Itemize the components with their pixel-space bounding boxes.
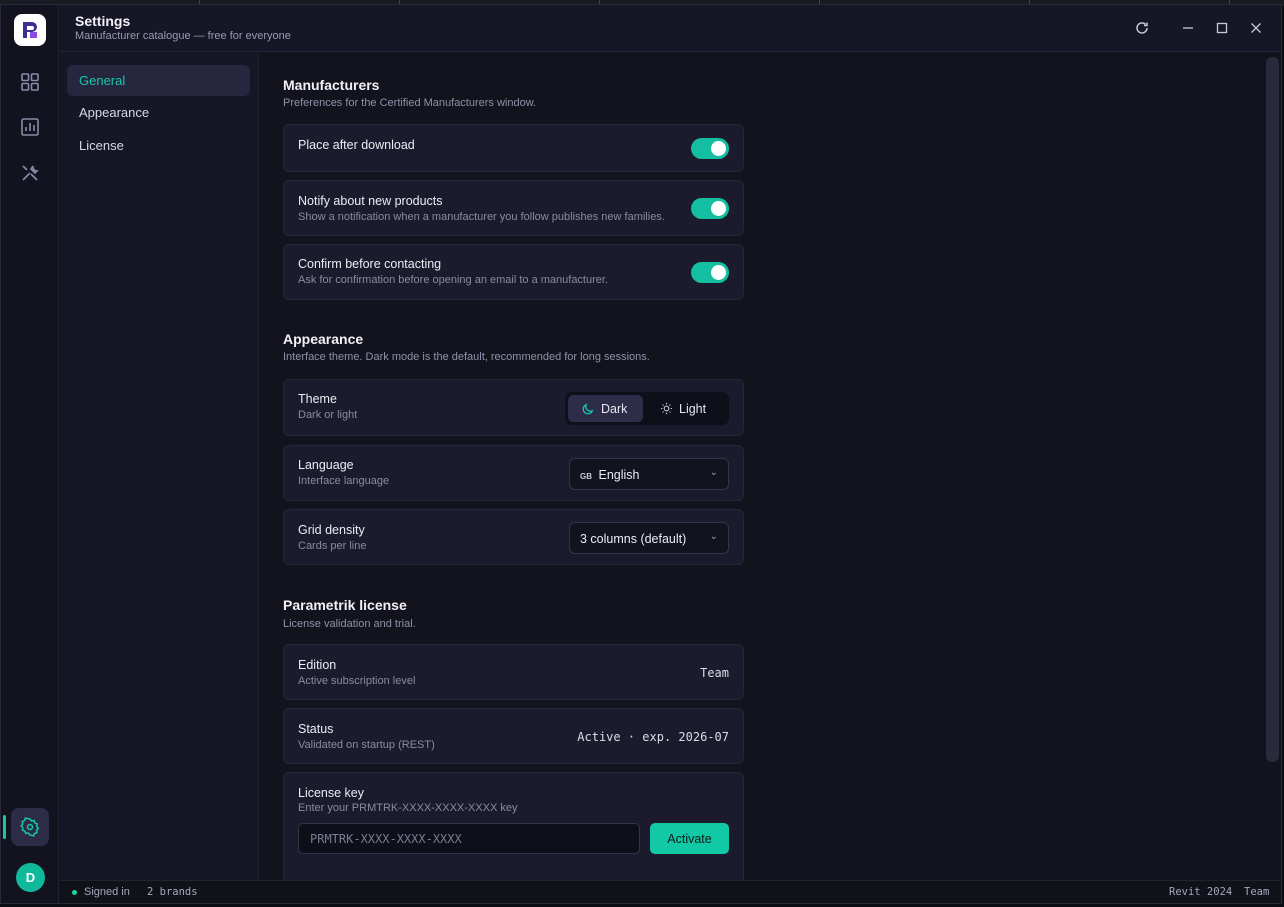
section-title-manufacturers: Manufacturers bbox=[283, 77, 380, 93]
page-title: Settings bbox=[75, 13, 131, 29]
nav-item-general[interactable]: General bbox=[67, 65, 250, 96]
theme-segmented-control: Dark Light bbox=[565, 392, 729, 425]
maximize-icon[interactable] bbox=[1213, 19, 1231, 37]
setting-label: Place after download bbox=[298, 138, 415, 152]
theme-option-label: Dark bbox=[601, 401, 628, 416]
moon-icon bbox=[582, 403, 594, 415]
setting-confirm-before-contacting: Confirm before contacting Ask for confir… bbox=[283, 244, 744, 300]
language-value: English bbox=[598, 468, 640, 482]
grid-density-select[interactable]: 3 columns (default) ⌄ bbox=[569, 522, 729, 554]
setting-label: Edition bbox=[298, 658, 337, 672]
confirm-before-contacting-toggle[interactable] bbox=[691, 262, 729, 283]
notify-new-products-toggle[interactable] bbox=[691, 198, 729, 219]
settings-nav: General Appearance License bbox=[60, 53, 259, 880]
setting-description: Ask for confirmation before opening an e… bbox=[298, 274, 609, 286]
nav-item-license[interactable]: License bbox=[67, 130, 250, 161]
avatar[interactable]: D bbox=[16, 863, 45, 892]
status-bar: Signed in 2 brands Revit 2024 Team bbox=[60, 880, 1281, 903]
section-subtitle-appearance: Interface theme. Dark mode is the defaul… bbox=[283, 351, 650, 363]
settings-content: Manufacturers Preferences for the Certif… bbox=[260, 53, 1280, 880]
place-after-download-toggle[interactable] bbox=[691, 138, 729, 159]
grid-icon[interactable] bbox=[19, 71, 41, 93]
nav-item-appearance[interactable]: Appearance bbox=[67, 97, 250, 128]
setting-theme: Theme Dark or light Dark Light bbox=[283, 379, 744, 436]
tools-icon[interactable] bbox=[19, 162, 41, 184]
section-title-appearance: Appearance bbox=[283, 331, 364, 347]
section-title-license: Parametrik license bbox=[283, 597, 407, 613]
signed-in-status: Signed in bbox=[84, 886, 130, 898]
setting-edition: Edition Active subscription level Team bbox=[283, 644, 744, 700]
minimize-icon[interactable] bbox=[1179, 19, 1197, 37]
sun-icon bbox=[660, 402, 673, 415]
theme-option-label: Light bbox=[679, 401, 707, 416]
setting-description: Active subscription level bbox=[298, 675, 416, 687]
setting-label: Theme bbox=[298, 392, 337, 406]
chevron-down-icon: ⌄ bbox=[709, 467, 718, 478]
window-header: Settings Manufacturer catalogue — free f… bbox=[60, 5, 1281, 52]
section-subtitle-license: License validation and trial. bbox=[283, 618, 416, 630]
edition-badge: Team bbox=[1244, 886, 1270, 898]
setting-label: License key bbox=[298, 786, 365, 800]
section-subtitle-manufacturers: Preferences for the Certified Manufactur… bbox=[283, 97, 537, 109]
chart-icon[interactable] bbox=[19, 116, 41, 138]
setting-description: Dark or light bbox=[298, 409, 358, 421]
setting-grid-density: Grid density Cards per line 3 columns (d… bbox=[283, 509, 744, 565]
theme-option-light[interactable]: Light bbox=[649, 395, 725, 422]
activate-button[interactable]: Activate bbox=[650, 823, 729, 854]
setting-status: Status Validated on startup (REST) Activ… bbox=[283, 708, 744, 764]
app-window: D Settings Manufacturer catalogue — free… bbox=[0, 4, 1282, 904]
signed-in-dot bbox=[72, 890, 77, 895]
page-subtitle: Manufacturer catalogue — free for everyo… bbox=[75, 30, 291, 42]
setting-place-after-download: Place after download bbox=[283, 124, 744, 172]
grid-density-value: 3 columns (default) bbox=[580, 532, 687, 546]
setting-language: Language Interface language GB English ⌄ bbox=[283, 445, 744, 501]
close-icon[interactable] bbox=[1247, 19, 1265, 37]
setting-notify-new-products: Notify about new products Show a notific… bbox=[283, 180, 744, 236]
setting-license-key: License key Enter your PRMTRK-XXXX-XXXX-… bbox=[283, 772, 744, 880]
setting-label: Status bbox=[298, 722, 334, 736]
setting-description: Cards per line bbox=[298, 540, 367, 552]
setting-description: Enter your PRMTRK-XXXX-XXXX-XXXX key bbox=[298, 802, 518, 814]
scrollbar[interactable] bbox=[1266, 57, 1279, 762]
chevron-down-icon: ⌄ bbox=[709, 531, 718, 542]
edition-value: Team bbox=[700, 666, 729, 680]
setting-label: Grid density bbox=[298, 523, 365, 537]
active-indicator bbox=[3, 815, 6, 839]
logo-icon[interactable] bbox=[14, 14, 46, 46]
refresh-icon[interactable] bbox=[1133, 19, 1151, 37]
setting-description: Validated on startup (REST) bbox=[298, 739, 435, 751]
flag-icon: GB bbox=[580, 472, 592, 481]
license-key-input[interactable]: PRMTRK-XXXX-XXXX-XXXX bbox=[298, 823, 640, 854]
setting-label: Confirm before contacting bbox=[298, 257, 442, 271]
theme-option-dark[interactable]: Dark bbox=[568, 395, 643, 422]
setting-label: Notify about new products bbox=[298, 194, 443, 208]
icon-rail: D bbox=[1, 5, 59, 903]
setting-description: Show a notification when a manufacturer … bbox=[298, 211, 665, 223]
language-select[interactable]: GB English ⌄ bbox=[569, 458, 729, 490]
setting-description: Interface language bbox=[298, 475, 390, 487]
status-value: Active · exp. 2026-07 bbox=[577, 730, 729, 744]
brands-count: 2 brands bbox=[147, 886, 198, 898]
setting-label: Language bbox=[298, 458, 354, 472]
gear-icon[interactable] bbox=[11, 808, 49, 846]
host-version: Revit 2024 bbox=[1169, 886, 1233, 898]
